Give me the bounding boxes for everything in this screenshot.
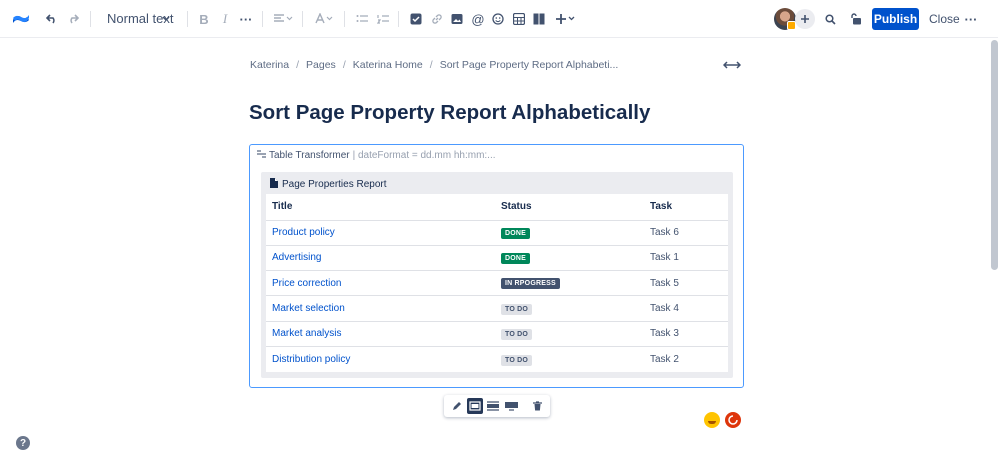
restrictions-icon[interactable] [847, 9, 863, 29]
table-row: Advertising DONE Task 1 [266, 245, 728, 272]
confluence-logo-icon[interactable] [12, 9, 30, 29]
table-row: Market selection TO DO Task 4 [266, 295, 728, 322]
breadcrumb-item[interactable]: Katerina Home [353, 59, 423, 71]
emoji-reaction-icon[interactable] [704, 412, 720, 428]
breadcrumb-separator: / [429, 59, 433, 71]
numbered-list-icon[interactable] [376, 9, 390, 29]
page-link[interactable]: Distribution policy [272, 354, 350, 365]
layout-icon[interactable] [532, 9, 546, 29]
toolbar-divider [90, 11, 91, 27]
invite-icon[interactable] [795, 9, 815, 29]
status-badge: DONE [501, 252, 531, 264]
breadcrumb-separator: / [342, 59, 346, 71]
redo-icon[interactable] [66, 9, 80, 29]
table-row: Price correction IN RPOGRESS Task 5 [266, 270, 728, 297]
breadcrumb-separator: / [296, 59, 300, 71]
macro-header: Table Transformer | dateFormat = dd.mm h… [257, 150, 496, 161]
report-header: Page Properties Report [270, 178, 387, 191]
mention-icon[interactable]: @ [471, 9, 485, 29]
page-link[interactable]: Advertising [272, 252, 321, 263]
breadcrumb-item[interactable]: Katerina [250, 59, 289, 71]
report-table: Title Status Task Product policy DONE Ta… [266, 194, 728, 372]
bullet-list-icon[interactable] [355, 9, 369, 29]
image-icon[interactable] [450, 9, 464, 29]
publish-button[interactable]: Publish [872, 8, 919, 30]
italic-icon[interactable]: I [219, 9, 231, 29]
trash-icon[interactable] [529, 398, 545, 414]
table-row: Product policy DONE Task 6 [266, 220, 728, 246]
undo-icon[interactable] [45, 9, 59, 29]
app-icon[interactable] [725, 412, 741, 428]
page-properties-report: Page Properties Report Title Status Task… [261, 172, 733, 378]
task-cell: Task 2 [650, 354, 679, 366]
task-cell: Task 1 [644, 245, 728, 272]
text-color-icon[interactable] [313, 9, 335, 29]
table-row: Market analysis TO DO Task 3 [266, 321, 728, 348]
status-badge: TO DO [501, 354, 533, 366]
column-header[interactable]: Task [644, 194, 728, 221]
page-link[interactable]: Price correction [272, 278, 341, 289]
toolbar-divider [302, 11, 303, 27]
task-cell: Task 3 [644, 321, 728, 348]
toolbar-divider [262, 11, 263, 27]
layout-center-icon[interactable] [467, 398, 483, 414]
table-row: Distribution policy TO DO Task 2 [266, 347, 728, 372]
search-icon[interactable] [823, 9, 837, 29]
status-badge: DONE [501, 227, 531, 239]
breadcrumb-item[interactable]: Sort Page Property Report Alphabeti... [440, 59, 619, 71]
page-link[interactable]: Product policy [272, 227, 335, 238]
breadcrumb-item[interactable]: Pages [306, 59, 336, 71]
table-icon[interactable] [512, 9, 526, 29]
macro-icon [257, 150, 266, 161]
expand-width-icon[interactable] [722, 58, 742, 72]
status-badge: TO DO [501, 303, 533, 315]
toolbar-divider [344, 11, 345, 27]
page-link[interactable]: Market selection [272, 303, 345, 314]
macro-name: Table Transformer [269, 150, 350, 161]
page-icon [270, 178, 278, 191]
bold-icon[interactable]: B [198, 9, 210, 29]
emoji-icon[interactable] [491, 9, 505, 29]
close-button[interactable]: Close [929, 12, 960, 26]
link-icon[interactable] [430, 9, 444, 29]
task-cell: Task 4 [644, 295, 728, 322]
macro-floating-toolbar [444, 395, 550, 417]
status-badge: IN RPOGRESS [501, 278, 560, 290]
layout-full-width-icon[interactable] [503, 398, 519, 414]
table-header-row: Title Status Task [266, 194, 728, 221]
page-title[interactable]: Sort Page Property Report Alphabetically [249, 101, 650, 125]
editor-toolbar: Normal text B I ··· @ Publish Close ··· [0, 0, 998, 38]
align-icon[interactable] [272, 9, 294, 29]
task-cell: Task 6 [644, 220, 728, 246]
macro-params: | dateFormat = dd.mm hh:mm:... [352, 150, 496, 161]
breadcrumb: Katerina / Pages / Katerina Home / Sort … [250, 59, 618, 71]
report-title: Page Properties Report [282, 179, 387, 190]
toolbar-divider [187, 11, 188, 27]
toolbar-divider [398, 11, 399, 27]
task-icon[interactable] [409, 9, 423, 29]
more-icon[interactable]: ··· [964, 9, 978, 29]
layout-wide-icon[interactable] [485, 398, 501, 414]
chevron-down-icon[interactable] [160, 9, 172, 29]
status-badge: TO DO [501, 328, 533, 340]
scrollbar[interactable] [991, 40, 998, 270]
table-transformer-macro[interactable]: Table Transformer | dateFormat = dd.mm h… [249, 144, 744, 388]
edit-icon[interactable] [449, 398, 465, 414]
insert-icon[interactable] [554, 9, 576, 29]
column-header[interactable]: Status [495, 194, 644, 221]
page-link[interactable]: Market analysis [272, 328, 341, 339]
column-header[interactable]: Title [266, 194, 495, 221]
task-cell: Task 5 [644, 270, 728, 297]
more-formatting-icon[interactable]: ··· [240, 9, 253, 29]
help-icon[interactable]: ? [16, 436, 30, 450]
